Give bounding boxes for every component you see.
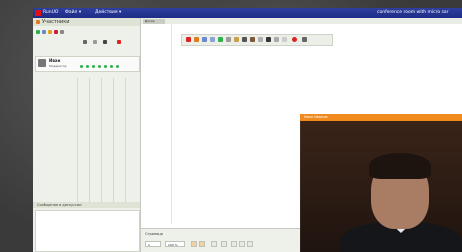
document-icon[interactable] (210, 37, 215, 42)
hand-icon[interactable] (48, 30, 52, 34)
page-number-field[interactable]: 1 (145, 241, 161, 247)
rectangle-icon[interactable] (274, 37, 279, 42)
participants-panel: Участники Иван Модератор Сообщения в дис… (33, 18, 141, 252)
pointer-icon[interactable] (194, 37, 199, 42)
column-divider (77, 78, 78, 206)
ellipse-icon[interactable] (282, 37, 287, 42)
status-dot-icon (80, 65, 83, 68)
highlight-button[interactable] (199, 241, 205, 247)
text-icon[interactable] (226, 37, 231, 42)
color-icon[interactable] (292, 37, 297, 42)
highlight-button[interactable] (191, 241, 197, 247)
status-dot-icon (110, 65, 113, 68)
record-icon[interactable] (54, 30, 58, 34)
undo-icon[interactable] (218, 37, 223, 42)
filter-icon[interactable] (93, 40, 97, 44)
status-dot-icon (86, 65, 89, 68)
participant-role: Модератор (49, 64, 67, 68)
app-name: RunUO (43, 10, 59, 15)
menu-file[interactable]: Файл ▾ (65, 10, 81, 15)
participants-header: Участники (33, 18, 140, 26)
zoom-field[interactable]: 100 % (165, 241, 185, 247)
whiteboard-divider (171, 24, 172, 224)
column-divider (125, 78, 126, 206)
drawing-toolbar (181, 34, 333, 46)
sort-icon[interactable] (83, 40, 87, 44)
last-page-button[interactable] (239, 241, 245, 247)
column-divider (101, 78, 102, 206)
page-label: Страница (145, 232, 163, 236)
clear-icon[interactable] (302, 37, 307, 42)
participants-icon (36, 20, 40, 24)
webcam-feed (300, 121, 462, 252)
next-page-button[interactable] (231, 241, 237, 247)
pen-icon[interactable] (250, 37, 255, 42)
webcam-title-bar[interactable]: Иван Иванов (300, 114, 462, 121)
status-dot-icon (116, 65, 119, 68)
menu-view[interactable]: Действия ▾ (95, 10, 121, 15)
settings-icon[interactable] (60, 30, 64, 34)
record-icon[interactable] (186, 37, 191, 42)
camera-icon[interactable] (42, 30, 46, 34)
close-icon[interactable] (117, 40, 121, 44)
whiteboard-tabbar: Доска (141, 18, 462, 24)
status-dot-icon (92, 65, 95, 68)
title-bar: RunUO Файл ▾ Действия ▾ conference room … (33, 8, 462, 18)
webcam-window[interactable]: Иван Иванов (300, 114, 462, 252)
image-icon[interactable] (234, 37, 239, 42)
mic-icon[interactable] (36, 30, 40, 34)
tab-whiteboard[interactable]: Доска (143, 19, 165, 24)
person-hair (369, 153, 431, 179)
participant-name: Иван (49, 58, 61, 63)
status-dot-icon (104, 65, 107, 68)
chat-area[interactable] (35, 210, 140, 252)
app-logo-icon (35, 10, 41, 16)
list-icon[interactable] (103, 40, 107, 44)
line-icon[interactable] (258, 37, 263, 42)
prev-page-button[interactable] (211, 241, 217, 247)
line-icon[interactable] (266, 37, 271, 42)
participants-title: Участники (42, 19, 70, 25)
first-page-button[interactable] (221, 241, 227, 247)
participant-row[interactable]: Иван Модератор (35, 56, 140, 72)
column-divider (113, 78, 114, 206)
chat-header: Сообщения в дискуссии (33, 202, 140, 208)
status-dot-icon (98, 65, 101, 68)
add-page-button[interactable] (247, 241, 253, 247)
eraser-icon[interactable] (242, 37, 247, 42)
select-icon[interactable] (202, 37, 207, 42)
column-divider (89, 78, 90, 206)
conference-title: conference room with micro sar (377, 10, 449, 15)
avatar (38, 59, 46, 67)
